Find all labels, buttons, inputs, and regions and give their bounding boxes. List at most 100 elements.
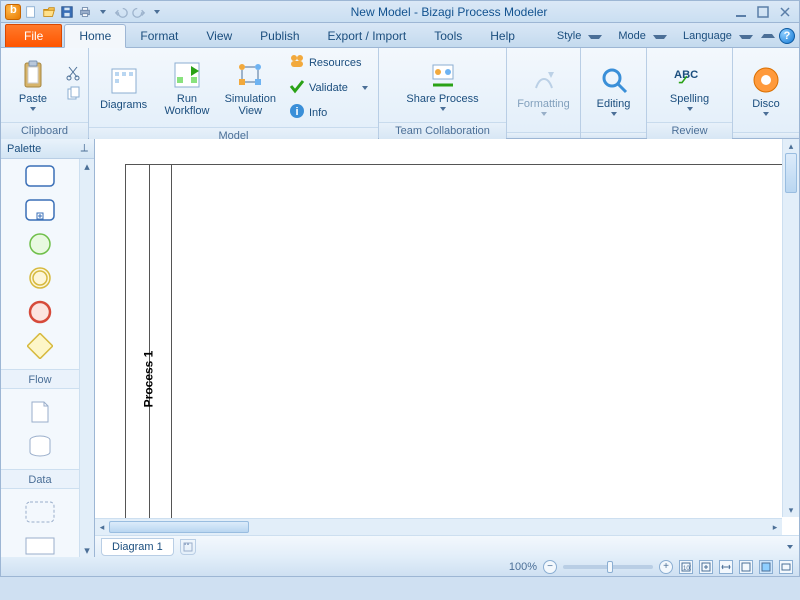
copy-icon[interactable] (65, 86, 81, 105)
process-pool[interactable]: Process 1 (125, 164, 799, 535)
tab-home[interactable]: Home (64, 24, 126, 48)
palette-start-event-shape[interactable] (25, 233, 55, 255)
palette-subprocess-shape[interactable] (25, 199, 55, 221)
scroll-left-icon[interactable]: ◂ (95, 520, 109, 534)
scroll-thumb[interactable] (785, 153, 797, 193)
palette-end-event-shape[interactable] (25, 301, 55, 323)
view-mode-1-icon[interactable] (739, 560, 753, 574)
qat-new-icon[interactable] (23, 4, 39, 20)
window-title: New Model - Bizagi Process Modeler (165, 5, 733, 19)
share-process-button[interactable]: Share Process (398, 52, 488, 118)
qat-dropdown-icon[interactable] (95, 4, 111, 20)
canvas-v-scrollbar[interactable]: ▴ ▾ (782, 139, 799, 517)
group-review-label: Review (647, 122, 732, 140)
tab-publish[interactable]: Publish (246, 25, 313, 47)
info-icon: i (289, 103, 305, 122)
pool-title-lane[interactable]: Process 1 (126, 165, 172, 535)
editing-icon (598, 64, 630, 96)
ribbon-body: Paste Clipboard Diagrams Run Workflow Si… (0, 47, 800, 139)
qat-undo-icon[interactable] (113, 4, 129, 20)
check-icon (289, 78, 305, 97)
view-mode-2-icon[interactable] (759, 560, 773, 574)
pin-icon[interactable]: ⟂ (81, 142, 88, 155)
palette-gateway-shape[interactable] (25, 335, 55, 357)
zoom-out-button[interactable]: − (543, 560, 557, 574)
view-mode-3-icon[interactable] (779, 560, 793, 574)
palette-flow-section[interactable]: Flow (1, 369, 79, 389)
qat-redo-icon[interactable] (131, 4, 147, 20)
add-diagram-button[interactable] (180, 539, 196, 555)
tab-view[interactable]: View (192, 25, 246, 47)
simulation-view-icon (234, 59, 266, 91)
palette-data-object-shape[interactable] (25, 401, 55, 423)
scroll-up-icon[interactable]: ▴ (80, 159, 94, 173)
qat-save-icon[interactable] (59, 4, 75, 20)
tab-tools[interactable]: Tools (420, 25, 476, 47)
fit-width-icon[interactable] (719, 560, 733, 574)
tab-file[interactable]: File (5, 24, 62, 47)
palette-data-section[interactable]: Data (1, 469, 79, 489)
zoom-slider[interactable] (563, 565, 653, 569)
ribbon-tab-strip: File Home Format View Publish Export / I… (0, 22, 800, 47)
svg-text:ABC: ABC (674, 69, 698, 81)
run-workflow-button[interactable]: Run Workflow (158, 55, 215, 121)
scroll-down-icon[interactable]: ▾ (80, 543, 94, 557)
spelling-button[interactable]: ABC Spelling (660, 52, 720, 118)
formatting-icon (528, 64, 560, 96)
validate-button[interactable]: Validate (285, 77, 372, 98)
canvas-h-scrollbar[interactable]: ◂ ▸ (95, 518, 782, 535)
language-dropdown[interactable]: Language (675, 30, 757, 42)
palette-title: Palette (7, 143, 41, 155)
diagrams-button[interactable]: Diagrams (95, 55, 152, 121)
close-icon[interactable] (777, 4, 793, 20)
info-button[interactable]: i Info (285, 102, 372, 123)
qat-open-icon[interactable] (41, 4, 57, 20)
spelling-icon: ABC (674, 59, 706, 91)
palette-scrollbar[interactable]: ▴ ▾ (79, 159, 94, 557)
title-bar: New Model - Bizagi Process Modeler (0, 0, 800, 22)
resources-icon (289, 53, 305, 72)
editing-button[interactable]: Editing (588, 57, 640, 123)
palette-header[interactable]: Palette ⟂ (1, 139, 94, 159)
tab-overflow-icon[interactable] (787, 545, 793, 549)
diagram-tab-1[interactable]: Diagram 1 (101, 538, 174, 556)
simulation-view-button[interactable]: Simulation View (222, 55, 279, 121)
fit-page-icon[interactable] (699, 560, 713, 574)
zoom-percent[interactable]: 100% (509, 561, 537, 573)
tab-export-import[interactable]: Export / Import (314, 25, 421, 47)
group-formatting-label (507, 132, 580, 138)
palette-group-shape[interactable] (25, 501, 55, 523)
mode-dropdown[interactable]: Mode (610, 30, 671, 42)
fit-selection-icon[interactable]: 100 (679, 560, 693, 574)
zoom-in-button[interactable]: + (659, 560, 673, 574)
help-icon[interactable]: ? (779, 28, 795, 44)
style-dropdown[interactable]: Style (549, 30, 607, 42)
palette-data-store-shape[interactable] (25, 435, 55, 457)
tab-help[interactable]: Help (476, 25, 529, 47)
cut-icon[interactable] (65, 65, 81, 84)
qat-more-icon[interactable] (149, 4, 165, 20)
palette-annotation-shape[interactable] (25, 535, 55, 557)
discover-button[interactable]: Disco (740, 57, 792, 123)
resources-button[interactable]: Resources (285, 52, 372, 73)
palette-task-shape[interactable] (25, 165, 55, 187)
paste-button[interactable]: Paste (7, 52, 59, 118)
diagram-canvas[interactable]: Process 1 ▴ ▾ ◂ ▸ (95, 139, 799, 535)
ribbon-collapse-icon[interactable] (761, 34, 775, 38)
scroll-down-icon[interactable]: ▾ (784, 503, 798, 517)
group-discover-label (733, 132, 799, 138)
status-bar: 100% − + 100 (0, 557, 800, 577)
scroll-thumb[interactable] (109, 521, 249, 533)
scroll-up-icon[interactable]: ▴ (784, 139, 798, 153)
clipboard-icon (17, 59, 49, 91)
maximize-icon[interactable] (755, 4, 771, 20)
group-clipboard-label: Clipboard (1, 122, 88, 140)
scroll-right-icon[interactable]: ▸ (768, 520, 782, 534)
tab-format[interactable]: Format (126, 25, 192, 47)
canvas-container: Process 1 ▴ ▾ ◂ ▸ Diagram 1 (95, 139, 799, 557)
minimize-icon[interactable] (733, 4, 749, 20)
share-icon (427, 59, 459, 91)
app-icon[interactable] (5, 4, 21, 20)
qat-print-icon[interactable] (77, 4, 93, 20)
palette-intermediate-event-shape[interactable] (25, 267, 55, 289)
